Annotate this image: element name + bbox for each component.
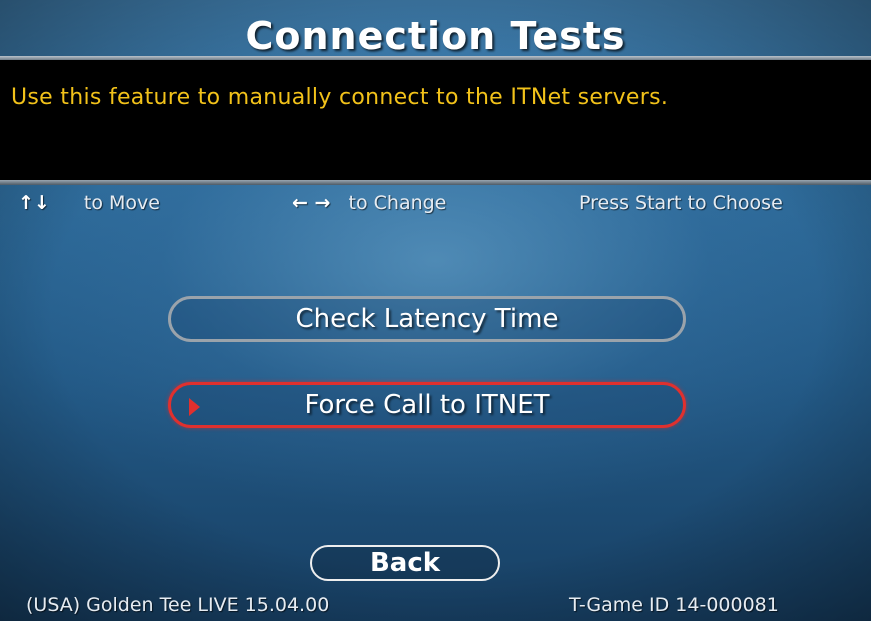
up-down-arrows-icon: ↑↓	[18, 192, 50, 214]
check-latency-time-label: Check Latency Time	[295, 304, 559, 334]
description-divider	[0, 180, 871, 185]
help-change-label: to Change	[348, 192, 447, 214]
left-right-arrows-icon: ← →	[292, 192, 331, 214]
selection-arrow-icon	[189, 398, 200, 416]
help-choose: Press Start to Choose	[579, 192, 783, 214]
version-text: (USA) Golden Tee LIVE 15.04.00	[26, 594, 330, 616]
force-call-to-itnet-button[interactable]: Force Call to ITNET	[168, 382, 686, 428]
check-latency-time-button[interactable]: Check Latency Time	[168, 296, 686, 342]
help-move-label: to Move	[83, 192, 160, 214]
help-move: ↑↓ to Move	[18, 192, 160, 214]
description-panel: Use this feature to manually connect to …	[0, 60, 871, 180]
game-id-text: T-Game ID 14-000081	[569, 594, 779, 616]
back-button[interactable]: Back	[310, 545, 500, 581]
page-title: Connection Tests	[245, 14, 626, 58]
help-change: ← → to Change	[292, 192, 446, 214]
description-text: Use this feature to manually connect to …	[11, 85, 669, 110]
connection-tests-screen: Connection Tests Use this feature to man…	[0, 0, 871, 621]
force-call-to-itnet-label: Force Call to ITNET	[304, 390, 550, 420]
